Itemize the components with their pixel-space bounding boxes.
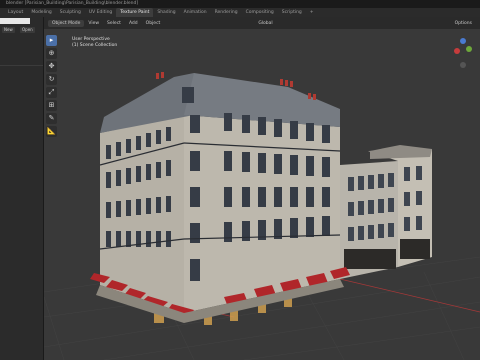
add-workspace-button[interactable]: + [306, 8, 318, 17]
scale-icon[interactable]: ⤢ [46, 87, 57, 98]
new-image-button[interactable]: New [2, 27, 15, 33]
tab-layout[interactable]: Layout [4, 8, 27, 17]
measure-icon[interactable]: 📐 [46, 126, 57, 137]
tool-shelf: ▸ ⊕ ✥ ↻ ⤢ ⊞ ✎ 📐 [46, 35, 58, 137]
open-image-button[interactable]: Open [20, 27, 35, 33]
cursor-icon[interactable]: ⊕ [46, 48, 57, 59]
x-axis-icon [454, 48, 460, 54]
orientation-dropdown[interactable]: Global [254, 21, 276, 26]
tab-animation[interactable]: Animation [180, 8, 211, 17]
image-editor-panel: New Open [0, 17, 44, 360]
transform-icon[interactable]: ⊞ [46, 100, 57, 111]
menu-add[interactable]: Add [125, 21, 142, 26]
select-box-icon[interactable]: ▸ [46, 35, 57, 46]
z-axis-icon [460, 38, 466, 44]
menu-view[interactable]: View [84, 21, 103, 26]
parisian-building-model[interactable] [44, 17, 480, 360]
rotate-icon[interactable]: ↻ [46, 74, 57, 85]
tab-texture-paint[interactable]: Texture Paint [116, 8, 154, 17]
image-name-field[interactable] [0, 18, 30, 24]
tab-modeling[interactable]: Modeling [27, 8, 55, 17]
zoom-icon [460, 62, 466, 68]
tab-scripting[interactable]: Scripting [278, 8, 306, 17]
viewport-info: User Perspective (1) Scene Collection [72, 37, 117, 49]
move-icon[interactable]: ✥ [46, 61, 57, 72]
window-title: blender [Parisian_Building\Parisian_Buil… [0, 0, 480, 8]
tab-shading[interactable]: Shading [153, 8, 179, 17]
options-menu[interactable]: Options [451, 21, 476, 26]
navigation-gizmo[interactable] [452, 33, 474, 73]
mode-selector[interactable]: Object Mode [48, 19, 85, 27]
tab-sculpting[interactable]: Sculpting [56, 8, 85, 17]
tab-uv-editing[interactable]: UV Editing [85, 8, 116, 17]
3d-viewport[interactable]: Object Mode View Select Add Object Globa… [44, 17, 480, 360]
tab-compositing[interactable]: Compositing [242, 8, 278, 17]
viewport-header: Object Mode View Select Add Object Globa… [44, 17, 480, 29]
workspace-tabs: Layout Modeling Sculpting UV Editing Tex… [0, 8, 480, 17]
y-axis-icon [466, 46, 472, 52]
annotate-icon[interactable]: ✎ [46, 113, 57, 124]
menu-select[interactable]: Select [103, 21, 125, 26]
tab-rendering[interactable]: Rendering [211, 8, 242, 17]
panel-divider [0, 65, 43, 66]
menu-object[interactable]: Object [142, 21, 165, 26]
collection-label: (1) Scene Collection [72, 43, 118, 48]
